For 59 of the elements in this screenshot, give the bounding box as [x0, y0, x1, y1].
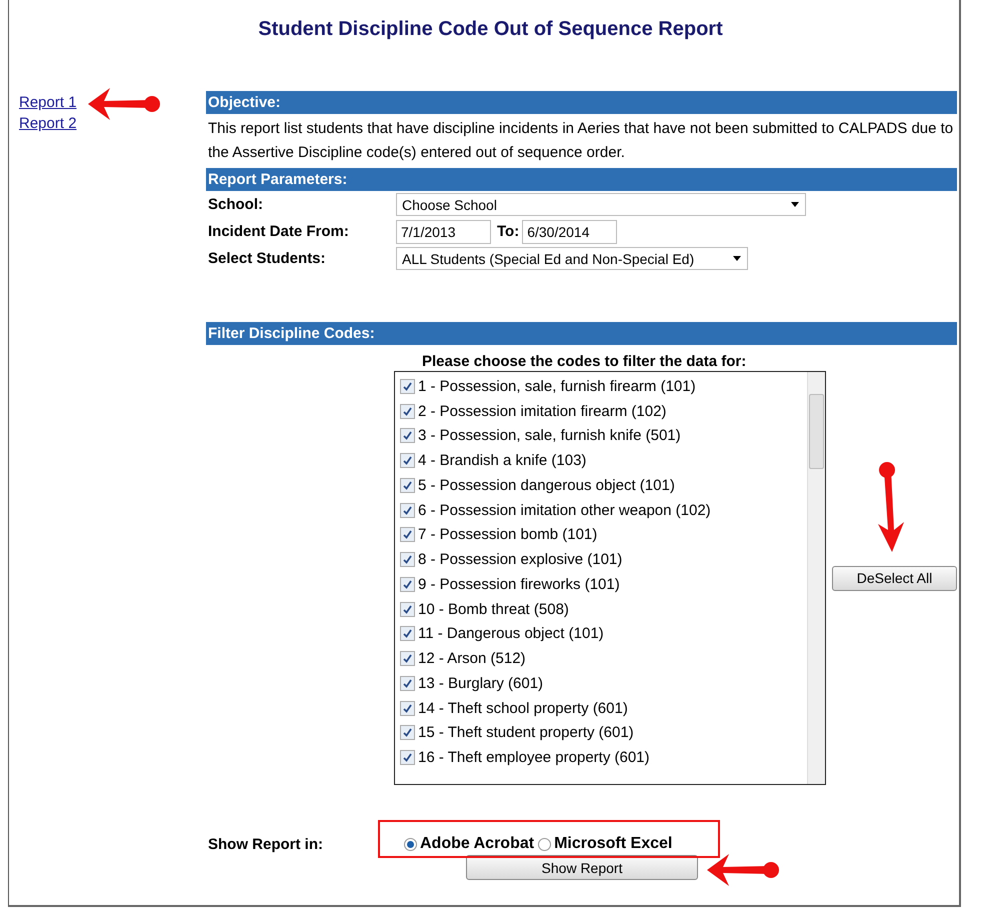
checkbox[interactable]: [400, 478, 415, 493]
section-header: Filter Discipline Codes:: [206, 322, 957, 345]
dropdown-arrow-icon: [791, 202, 799, 207]
checkbox[interactable]: [400, 378, 415, 394]
radio-label: Microsoft Excel: [554, 835, 672, 853]
section-header: Objective:: [206, 91, 957, 114]
checkbox[interactable]: [400, 404, 415, 419]
checkbox[interactable]: [400, 725, 415, 740]
deselect-all-button[interactable]: DeSelect All: [832, 566, 957, 590]
school-dropdown[interactable]: Choose School: [396, 193, 806, 216]
code-label: 1 - Possession, sale, furnish firearm (101): [418, 378, 696, 395]
show-report-button[interactable]: Show Report: [466, 855, 698, 880]
checkbox[interactable]: [400, 428, 415, 444]
checkbox[interactable]: [400, 602, 415, 617]
field-label: Select Students:: [207, 250, 327, 267]
radio-label: Adobe Acrobat: [420, 835, 534, 853]
checkbox[interactable]: [400, 552, 415, 568]
field-label: Show Report in:: [207, 836, 324, 852]
code-label: 6 - Possession imitation other weapon (102): [418, 502, 711, 519]
radio-button[interactable]: [404, 838, 417, 850]
code-label: 16 - Theft employee property (601): [418, 749, 650, 766]
checkbox[interactable]: [400, 527, 415, 542]
code-label: 2 - Possession imitation firearm (102): [418, 402, 666, 420]
section-header: Report Parameters:: [206, 168, 957, 191]
code-label: 8 - Possession explosive (101): [418, 551, 622, 568]
checkbox[interactable]: [400, 700, 415, 716]
date-to-field[interactable]: 6/30/2014: [522, 220, 618, 244]
date-from-field[interactable]: 7/1/2013: [396, 220, 491, 244]
radio-button[interactable]: [538, 838, 552, 850]
code-label: 15 - Theft student property (601): [418, 724, 634, 742]
report-link[interactable]: Report 1: [19, 94, 77, 111]
checkbox[interactable]: [400, 502, 415, 518]
checkbox[interactable]: [400, 651, 415, 666]
code-label: 5 - Possession dangerous object (101): [418, 476, 675, 494]
code-label: 14 - Theft school property (601): [418, 700, 628, 717]
students-dropdown[interactable]: ALL Students (Special Ed and Non-Special Ed): [396, 247, 748, 270]
list-prompt: Please choose the codes to filter the data for:: [422, 353, 748, 370]
code-label: 10 - Bomb threat (508): [418, 600, 569, 618]
codes-listbox[interactable]: [394, 371, 826, 785]
checkbox[interactable]: [400, 676, 415, 691]
checkbox[interactable]: [400, 626, 415, 642]
code-label: 4 - Brandish a knife (103): [418, 452, 586, 470]
scrollbar[interactable]: [807, 372, 825, 784]
field-label: To:: [497, 223, 520, 240]
code-label: 13 - Burglary (601): [418, 674, 544, 692]
code-label: 9 - Possession fireworks (101): [418, 576, 620, 593]
checkbox[interactable]: [400, 453, 415, 468]
code-label: 12 - Arson (512): [418, 650, 526, 668]
dropdown-arrow-icon: [733, 256, 741, 261]
objective-text: This report list students that have discipline incidents in Aeries that have not been submitted to CALPADS due to the Assertive Discipline code(s) entered out of sequence order.: [207, 119, 954, 163]
report-link[interactable]: Report 2: [19, 115, 77, 132]
code-label: 3 - Possession, sale, furnish knife (501): [418, 427, 681, 444]
code-label: 7 - Possession bomb (101): [418, 526, 598, 544]
field-label: Incident Date From:: [207, 223, 350, 240]
checkbox[interactable]: [400, 576, 415, 592]
code-label: 11 - Dangerous object (101): [418, 625, 604, 642]
checkbox[interactable]: [400, 750, 415, 766]
page-title: Student Discipline Code Out of Sequence Report: [257, 18, 724, 41]
field-label: School:: [207, 196, 264, 213]
